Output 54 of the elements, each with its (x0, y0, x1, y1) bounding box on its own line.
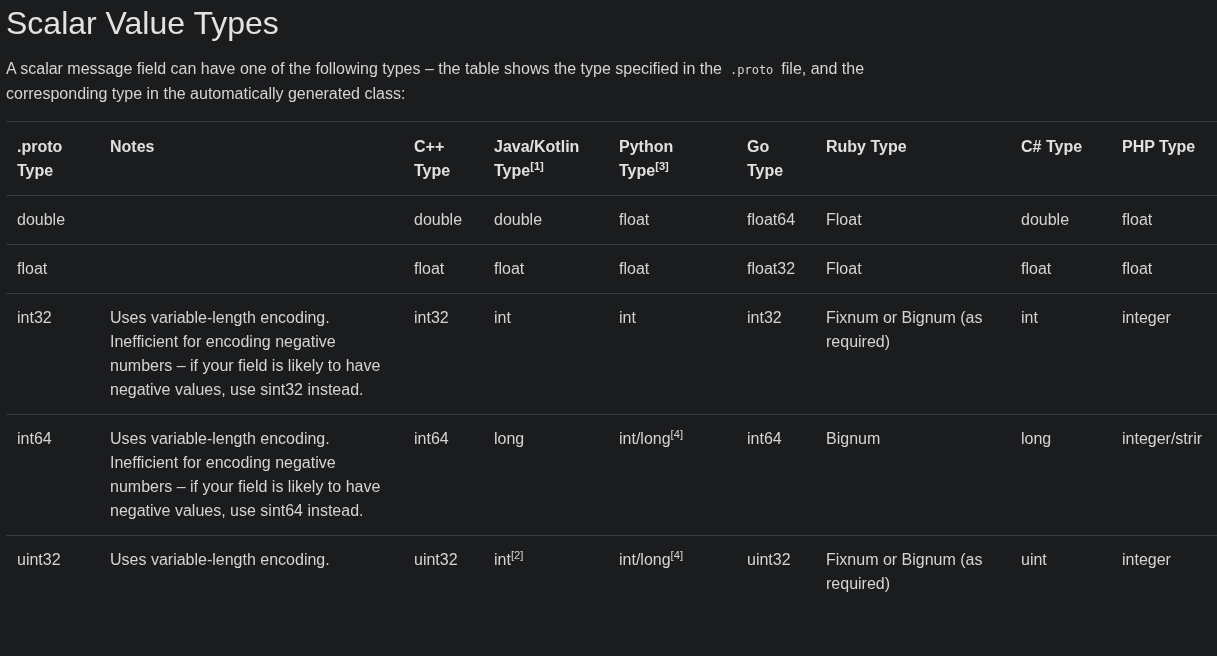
column-header: Ruby Type (815, 121, 1010, 196)
column-header: PHP Type (1111, 121, 1217, 196)
column-header: Notes (99, 121, 403, 196)
table-cell: float (608, 244, 736, 294)
table-cell: integer/strir (1111, 414, 1217, 536)
table-cell: integer (1111, 293, 1217, 415)
table-cell: int$^{[2]}$ (483, 535, 608, 608)
table-cell: Uses variable-length encoding. Inefficient for encoding negative numbers – if your field is likely to have negative values, use sint64 instead. (99, 414, 403, 536)
table-cell: int64 (403, 414, 483, 536)
table-cell: float (608, 195, 736, 245)
table-cell: Float (815, 195, 1010, 245)
table-cell: int32 (736, 293, 815, 415)
table-cell: int (483, 293, 608, 415)
table-cell: Fixnum or Bignum (as required) (815, 535, 1010, 608)
page-title: Scalar Value Types (6, 4, 280, 43)
table-cell: float (403, 244, 483, 294)
table-cell: Uses variable-length encoding. Inefficient for encoding negative numbers – if your field is likely to have negative values, use sint32 instead. (99, 293, 403, 415)
column-header: Go Type (736, 121, 815, 196)
table-cell: int (1010, 293, 1111, 415)
table-cell: float64 (736, 195, 815, 245)
table-cell: double (6, 195, 99, 245)
table-cell: double (483, 195, 608, 245)
table-cell: long (1010, 414, 1111, 536)
column-header: C++ Type (403, 121, 483, 196)
table-cell: float (1111, 195, 1217, 245)
table-cell: int/long$^{[4]}$ (608, 414, 736, 536)
table-cell: float32 (736, 244, 815, 294)
table-cell: float (6, 244, 99, 294)
table-cell: integer (1111, 535, 1217, 608)
table-cell: double (1010, 195, 1111, 245)
table-cell: float (483, 244, 608, 294)
table-cell: int/long$^{[4]}$ (608, 535, 736, 608)
table-cell: Fixnum or Bignum (as required) (815, 293, 1010, 415)
table-cell: int32 (403, 293, 483, 415)
table-cell: double (403, 195, 483, 245)
table-cell: Float (815, 244, 1010, 294)
table-cell: int64 (736, 414, 815, 536)
table-cell: long (483, 414, 608, 536)
table-cell: Uses variable-length encoding. (99, 535, 403, 608)
table-cell: float (1111, 244, 1217, 294)
table-cell: uint (1010, 535, 1111, 608)
table-cell: Bignum (815, 414, 1010, 536)
table-cell: int (608, 293, 736, 415)
table-cell: float (1010, 244, 1111, 294)
table-cell: int32 (6, 293, 99, 415)
column-header: Java/Kotlin Type$^{[1]}$ (483, 121, 608, 196)
table-cell: uint32 (6, 535, 99, 608)
intro-paragraph: A scalar message field can have one of the following types – the table shows the type specified in the .proto file, and the corresponding type in the automatically generated class: (6, 59, 866, 104)
table-cell: uint32 (736, 535, 815, 608)
column-header: C# Type (1010, 121, 1111, 196)
column-header: Python Type$^{[3]}$ (608, 121, 736, 196)
column-header: .proto Type (6, 121, 99, 196)
table-cell: int64 (6, 414, 99, 536)
table-cell: uint32 (403, 535, 483, 608)
